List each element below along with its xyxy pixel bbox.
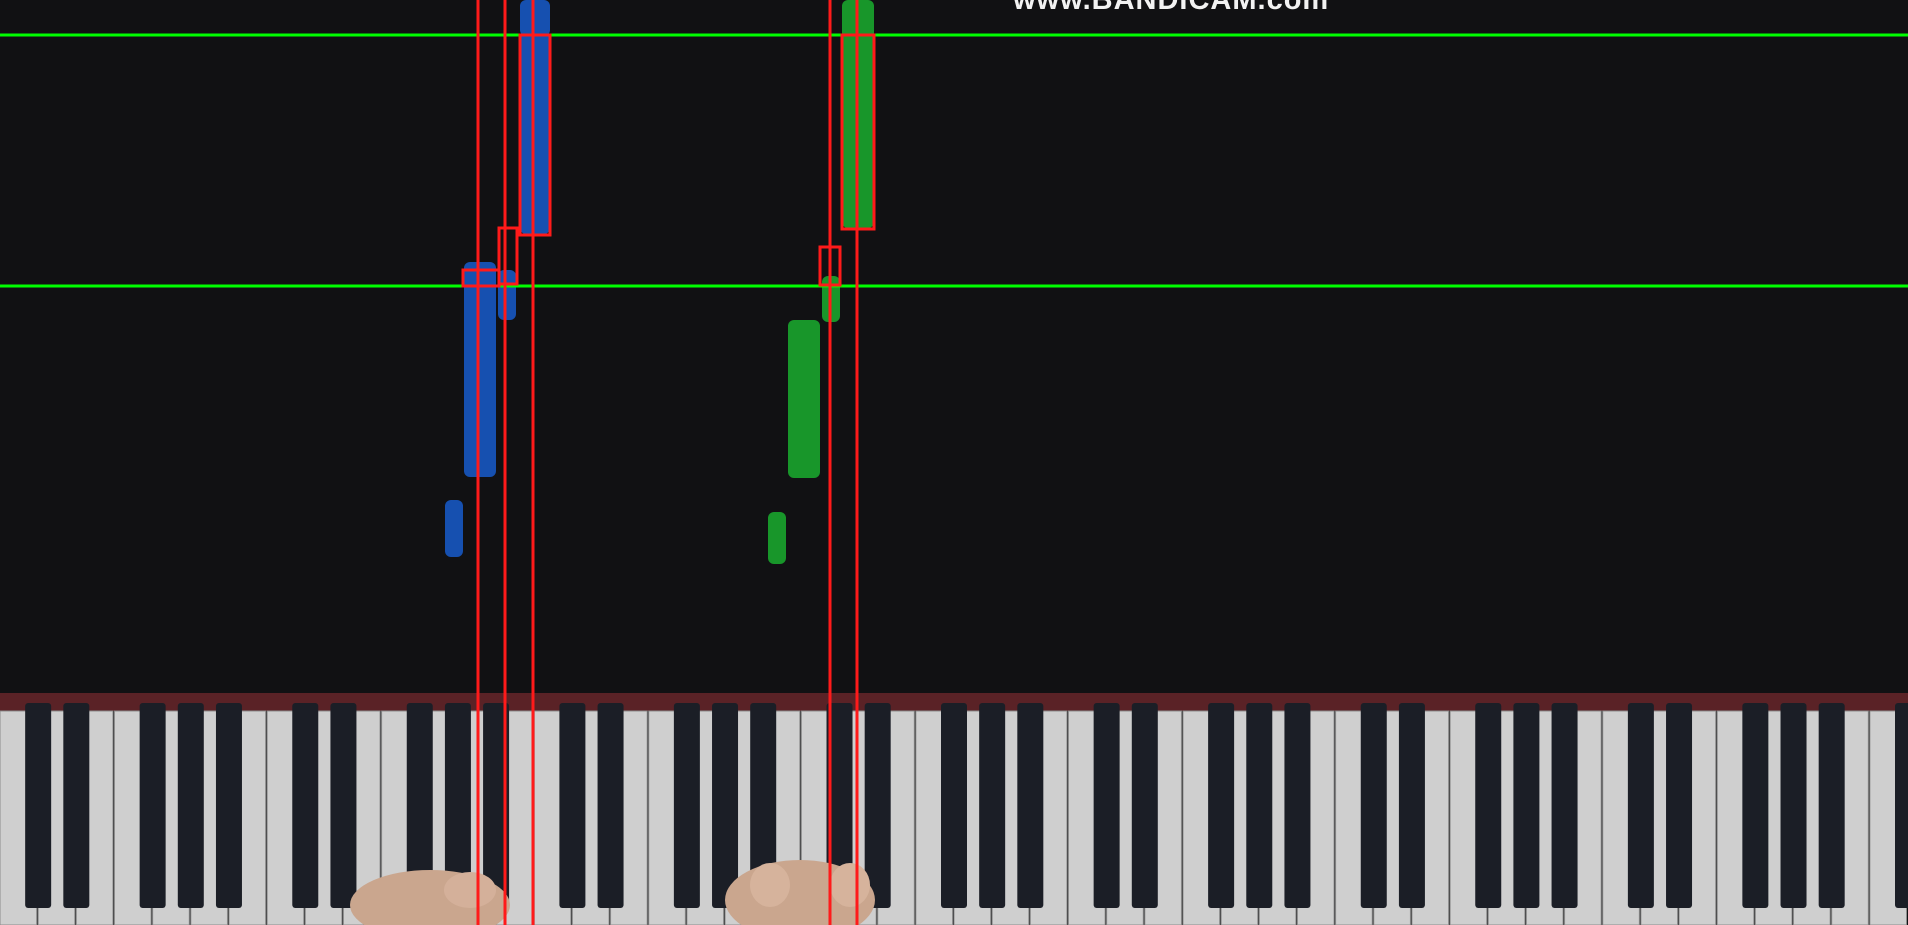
black-key <box>292 703 319 908</box>
black-key <box>1666 703 1693 908</box>
left-hand-note <box>520 0 550 36</box>
black-key <box>1780 703 1807 908</box>
black-key <box>1895 703 1908 908</box>
black-key <box>1017 703 1044 908</box>
black-key <box>1208 703 1235 908</box>
black-key <box>597 703 624 908</box>
black-key <box>673 703 700 908</box>
black-key <box>63 703 90 908</box>
black-key <box>1360 703 1387 908</box>
black-key <box>941 703 967 908</box>
left-hand-note <box>498 270 516 320</box>
right-hand-note <box>788 320 820 478</box>
piano-visualizer-frame: www.BANDICAM.com <box>0 0 1908 925</box>
black-key <box>1131 703 1158 908</box>
black-key <box>1093 703 1120 908</box>
right-hand-note <box>768 512 786 564</box>
left-hand-note <box>464 262 496 477</box>
left-hand-note <box>520 34 550 234</box>
black-key <box>1246 703 1273 908</box>
black-key <box>177 703 204 908</box>
black-key <box>712 703 739 908</box>
black-key <box>979 703 1006 908</box>
left-hand-icon <box>444 872 496 908</box>
black-key <box>1818 703 1845 908</box>
piano-roll-canvas <box>0 0 1908 925</box>
right-hand-icon <box>750 863 790 907</box>
black-key <box>1742 703 1769 908</box>
black-key <box>1284 703 1311 908</box>
left-hand-note <box>445 500 463 557</box>
black-key <box>139 703 166 908</box>
black-key <box>215 703 242 908</box>
black-key <box>1475 703 1502 908</box>
black-key <box>330 703 357 908</box>
black-key <box>1513 703 1540 908</box>
right-hand-icon <box>830 863 870 907</box>
black-key <box>25 703 52 908</box>
black-key <box>1627 703 1654 908</box>
black-key <box>1398 703 1425 908</box>
black-key <box>1551 703 1578 908</box>
black-key <box>559 703 586 908</box>
